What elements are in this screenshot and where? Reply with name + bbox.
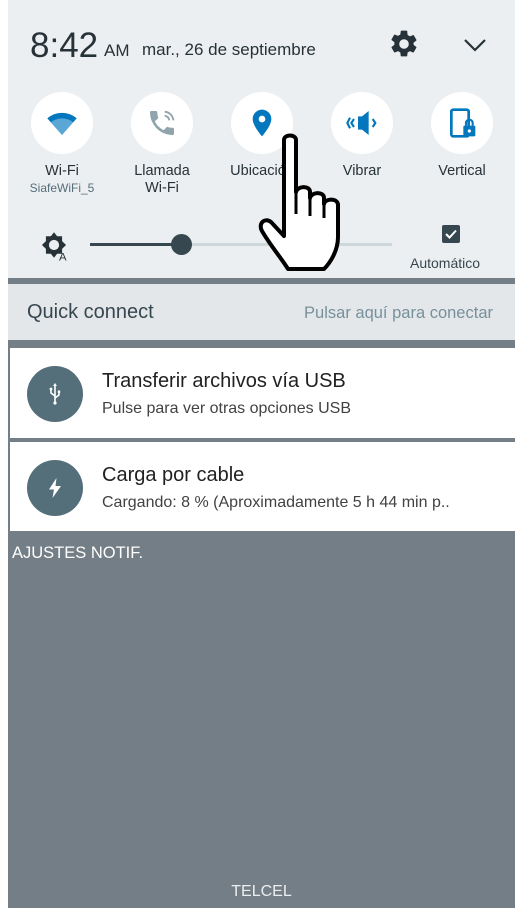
brightness-auto-icon: A: [41, 232, 67, 262]
check-icon: [445, 229, 457, 239]
tile-wifi[interactable]: Wi-Fi SiafeWiFi_5: [12, 92, 112, 195]
tile-wifi-button[interactable]: [31, 92, 93, 154]
tile-wifi-calling[interactable]: Llamada Wi-Fi: [112, 92, 212, 196]
quick-connect-action[interactable]: Pulsar aquí para conectar: [304, 304, 493, 323]
svg-text:A: A: [59, 252, 67, 262]
quick-connect-title: Quick connect: [27, 301, 154, 323]
wifi-call-icon: [150, 110, 175, 135]
gear-icon[interactable]: [388, 28, 420, 60]
notification-text: Cargando: 8 % (Aproximadamente 5 h 44 mi…: [102, 494, 450, 511]
tile-rotation-button[interactable]: [431, 92, 493, 154]
tile-wifi-network: SiafeWiFi_5: [29, 181, 95, 195]
hand-pointer-icon: [258, 133, 340, 271]
wifi-icon: [47, 112, 77, 135]
date: mar., 26 de septiembre: [142, 40, 316, 59]
tile-rotation[interactable]: Vertical: [412, 92, 512, 192]
quick-connect-bar[interactable]: Quick connect Pulsar aquí para conectar: [8, 284, 515, 340]
tile-wifi-calling-button[interactable]: [131, 92, 193, 154]
notification-shade: 8:42 AM mar., 26 de septiembre Wi-Fi Sia…: [8, 0, 515, 908]
notification-charging[interactable]: Carga por cable Cargando: 8 % (Aproximad…: [10, 442, 515, 531]
notification-usb[interactable]: Transferir archivos vía USB Pulse para v…: [10, 348, 515, 438]
chevron-down-icon[interactable]: [460, 32, 490, 58]
portrait-lock-icon: [450, 108, 476, 138]
brightness-slider-thumb[interactable]: [170, 234, 192, 255]
brightness-slider-fill: [90, 243, 181, 246]
clock-ampm: AM: [104, 41, 130, 60]
notification-icon: [27, 460, 83, 516]
notification-title: Carga por cable: [102, 464, 245, 486]
tile-wifi-calling-label: Llamada Wi-Fi: [134, 163, 190, 196]
carrier-label: TELCEL: [231, 883, 292, 900]
tile-rotation-label: Vertical: [438, 163, 486, 179]
notification-title: Transferir archivos vía USB: [102, 370, 346, 392]
status-row: 8:42 AM mar., 26 de septiembre: [8, 0, 515, 86]
clock: 8:42: [30, 26, 99, 65]
tile-wifi-label: Wi-Fi: [45, 163, 79, 179]
auto-brightness-label: Automático: [410, 255, 481, 271]
notification-icon: [27, 366, 83, 422]
usb-icon: [49, 383, 61, 405]
auto-brightness-checkbox[interactable]: [442, 225, 460, 243]
notification-text: Pulse para ver otras opciones USB: [102, 400, 352, 417]
notification-settings-button[interactable]: AJUSTES NOTIF.: [12, 544, 143, 563]
charging-icon: [49, 478, 61, 498]
